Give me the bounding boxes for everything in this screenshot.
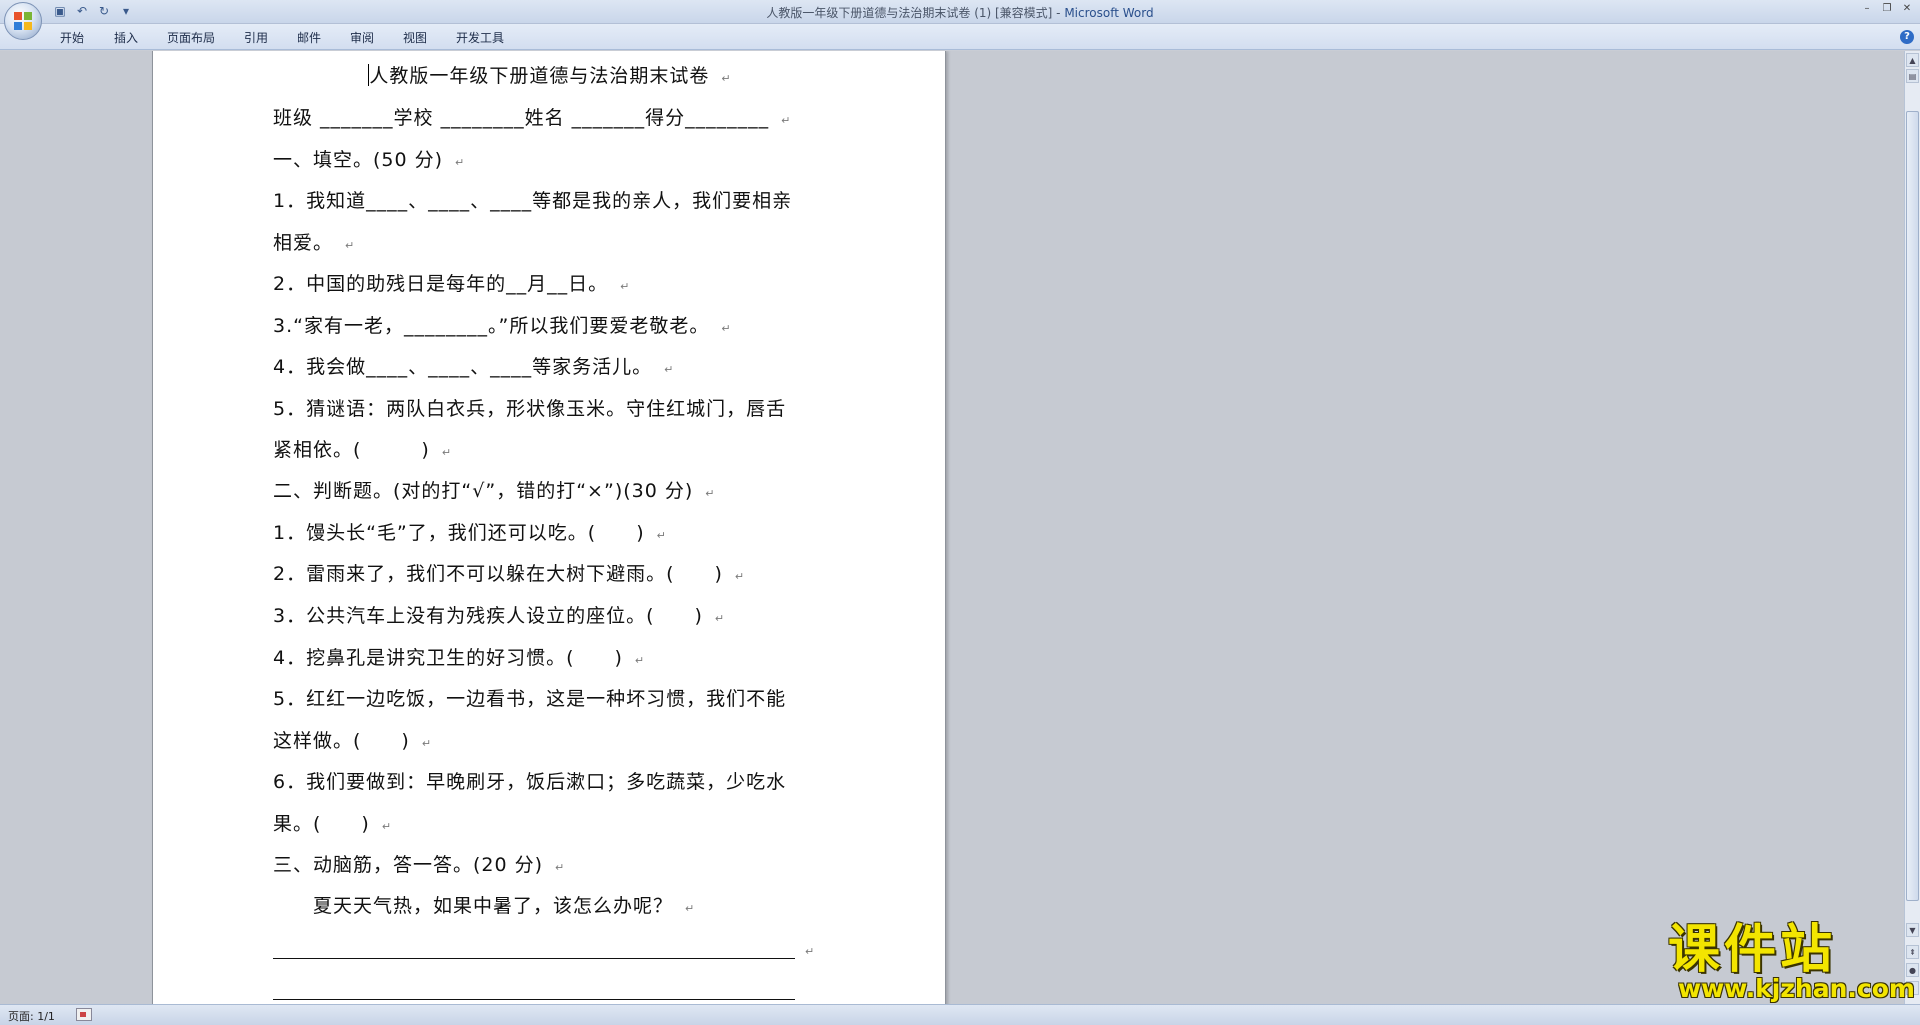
doc-line: 2．中国的助残日是每年的__月__日。 ↵: [273, 273, 631, 295]
app-name-text: Microsoft Word: [1064, 6, 1154, 20]
answer-line: [273, 999, 795, 1000]
doc-line: 3．公共汽车上没有为残疾人设立的座位。( ) ↵: [273, 605, 726, 627]
doc-line: 1．馒头长“毛”了，我们还可以吃。( ) ↵: [273, 522, 667, 544]
tab-developer[interactable]: 开发工具: [456, 29, 504, 46]
ribbon-tabs: 开始 插入 页面布局 引用 邮件 审阅 视图 开发工具 ?: [0, 24, 1920, 50]
page-count[interactable]: 页面: 1/1: [8, 1008, 55, 1024]
window-controls: – ❐ ✕: [1858, 2, 1916, 16]
ruler-toggle-icon[interactable]: ▤: [1906, 69, 1919, 83]
tab-review[interactable]: 审阅: [350, 29, 374, 46]
status-bar: 页面: 1/1: [0, 1004, 1920, 1025]
office-logo-icon: [14, 12, 32, 30]
doc-line: 3.“家有一老，________。”所以我们要爱老敬老。 ↵: [273, 315, 732, 337]
title-bar: ▣ ↶ ↻ ▾ 人教版一年级下册道德与法治期末试卷 (1) [兼容模式] - M…: [0, 0, 1920, 24]
tab-home[interactable]: 开始: [60, 29, 84, 46]
doc-line: 5．红红一边吃饭，一边看书，这是一种坏习惯，我们不能: [273, 688, 787, 710]
doc-line: 相爱。 ↵: [273, 232, 356, 254]
minimize-icon[interactable]: –: [1858, 2, 1876, 16]
doc-line: 2．雷雨来了，我们不可以躲在大树下避雨。( ) ↵: [273, 563, 746, 585]
macro-record-icon[interactable]: [76, 1008, 92, 1021]
answer-line: [273, 958, 795, 959]
doc-line: 夏天天气热，如果中暑了，该怎么办呢？ ↵: [273, 895, 696, 917]
doc-line: 5．猜谜语：两队白衣兵，形状像玉米。守住红城门，唇舌: [273, 398, 787, 420]
doc-line: 果。( ) ↵: [273, 813, 393, 835]
document-title: 人教版一年级下册道德与法治期末试卷 ↵: [153, 61, 947, 88]
doc-line: 4．我会做____、____、____等家务活儿。 ↵: [273, 356, 675, 378]
doc-line: 紧相依。( ) ↵: [273, 439, 453, 461]
document-page[interactable]: 人教版一年级下册道德与法治期末试卷 ↵ 班级 _______学校 ________…: [152, 51, 946, 1004]
doc-line: 6．我们要做到：早晚刷牙，饭后漱口；多吃蔬菜，少吃水: [273, 771, 787, 793]
document-workspace: 人教版一年级下册道德与法治期末试卷 ↵ 班级 _______学校 ________…: [0, 51, 1904, 1004]
tab-references[interactable]: 引用: [244, 29, 268, 46]
scroll-up-icon[interactable]: ▲: [1906, 53, 1919, 67]
paragraph-mark: ↵: [805, 945, 815, 958]
help-icon[interactable]: ?: [1900, 30, 1914, 44]
scroll-thumb[interactable]: [1906, 111, 1919, 901]
tab-mailings[interactable]: 邮件: [297, 29, 321, 46]
tab-insert[interactable]: 插入: [114, 29, 138, 46]
watermark-logo: 课件站 www.kjzhan.com: [1668, 920, 1915, 1003]
vertical-scrollbar[interactable]: ▲ ▤ ▼ ⇞ ● ⇟: [1904, 51, 1920, 1004]
window-title: 人教版一年级下册道德与法治期末试卷 (1) [兼容模式] - Microsoft…: [0, 4, 1920, 21]
doc-line: 4．挖鼻孔是讲究卫生的好习惯。( ) ↵: [273, 647, 646, 669]
tab-view[interactable]: 视图: [403, 29, 427, 46]
document-title-text: 人教版一年级下册道德与法治期末试卷: [369, 65, 710, 87]
section-heading: 二、判断题。(对的打“√”，错的打“×”)(30 分) ↵: [273, 480, 716, 502]
doc-line: 1．我知道____、____、____等都是我的亲人，我们要相亲: [273, 190, 793, 212]
watermark-url: www.kjzhan.com: [1678, 974, 1915, 1003]
doc-line: 班级 _______学校 ________姓名 _______得分_______…: [273, 107, 792, 129]
document-title-text: 人教版一年级下册道德与法治期末试卷 (1) [兼容模式] -: [766, 6, 1065, 20]
watermark-text: 课件站: [1668, 920, 1837, 980]
office-button[interactable]: [4, 2, 42, 40]
section-heading: 一、填空。(50 分) ↵: [273, 149, 466, 171]
tab-page-layout[interactable]: 页面布局: [167, 29, 215, 46]
section-heading: 三、动脑筋，答一答。(20 分) ↵: [273, 854, 566, 876]
paragraph-mark: ↵: [721, 72, 732, 85]
restore-icon[interactable]: ❐: [1878, 2, 1896, 16]
doc-line: 这样做。( ) ↵: [273, 730, 433, 752]
close-icon[interactable]: ✕: [1898, 2, 1916, 16]
